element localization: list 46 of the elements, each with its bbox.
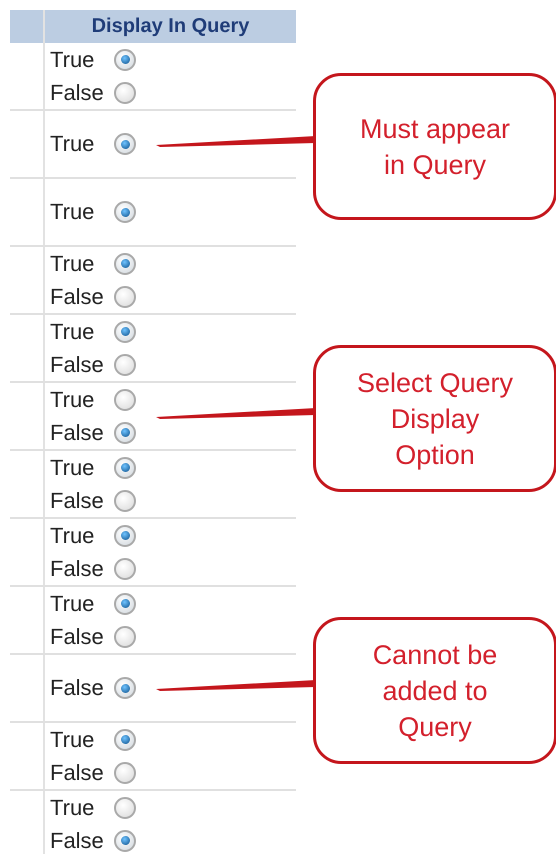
radio-button[interactable]	[114, 286, 136, 308]
radio-button[interactable]	[114, 677, 136, 699]
option-label: True	[50, 454, 96, 480]
radio-button[interactable]	[114, 490, 136, 512]
radio-button[interactable]	[114, 388, 136, 410]
radio-button[interactable]	[114, 252, 136, 274]
option-label: False	[50, 420, 105, 446]
radio-button[interactable]	[114, 830, 136, 852]
radio-button[interactable]	[114, 558, 136, 580]
radio-button[interactable]	[114, 133, 136, 155]
option-label: True	[50, 386, 96, 412]
option-label: False	[50, 488, 105, 514]
radio-button[interactable]	[114, 796, 136, 818]
option-label: False	[50, 828, 105, 854]
option-label: True	[50, 726, 96, 752]
option-label: True	[50, 522, 96, 548]
option-label: True	[50, 46, 96, 72]
radio-button[interactable]	[114, 728, 136, 750]
radio-button[interactable]	[114, 456, 136, 478]
radio-button[interactable]	[114, 762, 136, 784]
option-label: True	[50, 794, 96, 820]
radio-button[interactable]	[114, 422, 136, 444]
radio-button[interactable]	[114, 354, 136, 376]
radio-button[interactable]	[114, 82, 136, 104]
radio-button[interactable]	[114, 48, 136, 70]
option-label: True	[50, 250, 96, 276]
callout-text: Select Query Display Option	[356, 366, 514, 472]
option-label: True	[50, 318, 96, 344]
radio-button[interactable]	[114, 201, 136, 223]
option-label: False	[50, 352, 105, 378]
option-label: False	[50, 675, 105, 701]
radio-button[interactable]	[114, 592, 136, 614]
callout-text: Cannot be added to Query	[372, 638, 498, 744]
option-label: True	[50, 199, 96, 225]
radio-button[interactable]	[114, 524, 136, 546]
option-label: False	[50, 80, 105, 106]
radio-button[interactable]	[114, 320, 136, 342]
option-label: False	[50, 556, 105, 582]
column-header: Display In Query	[90, 14, 250, 39]
option-label: False	[50, 624, 105, 650]
option-label: True	[50, 131, 96, 157]
option-label: True	[50, 590, 96, 616]
option-label: False	[50, 760, 105, 786]
radio-button[interactable]	[114, 626, 136, 648]
callout-text: Must appear in Query	[360, 112, 510, 182]
option-label: False	[50, 284, 105, 310]
